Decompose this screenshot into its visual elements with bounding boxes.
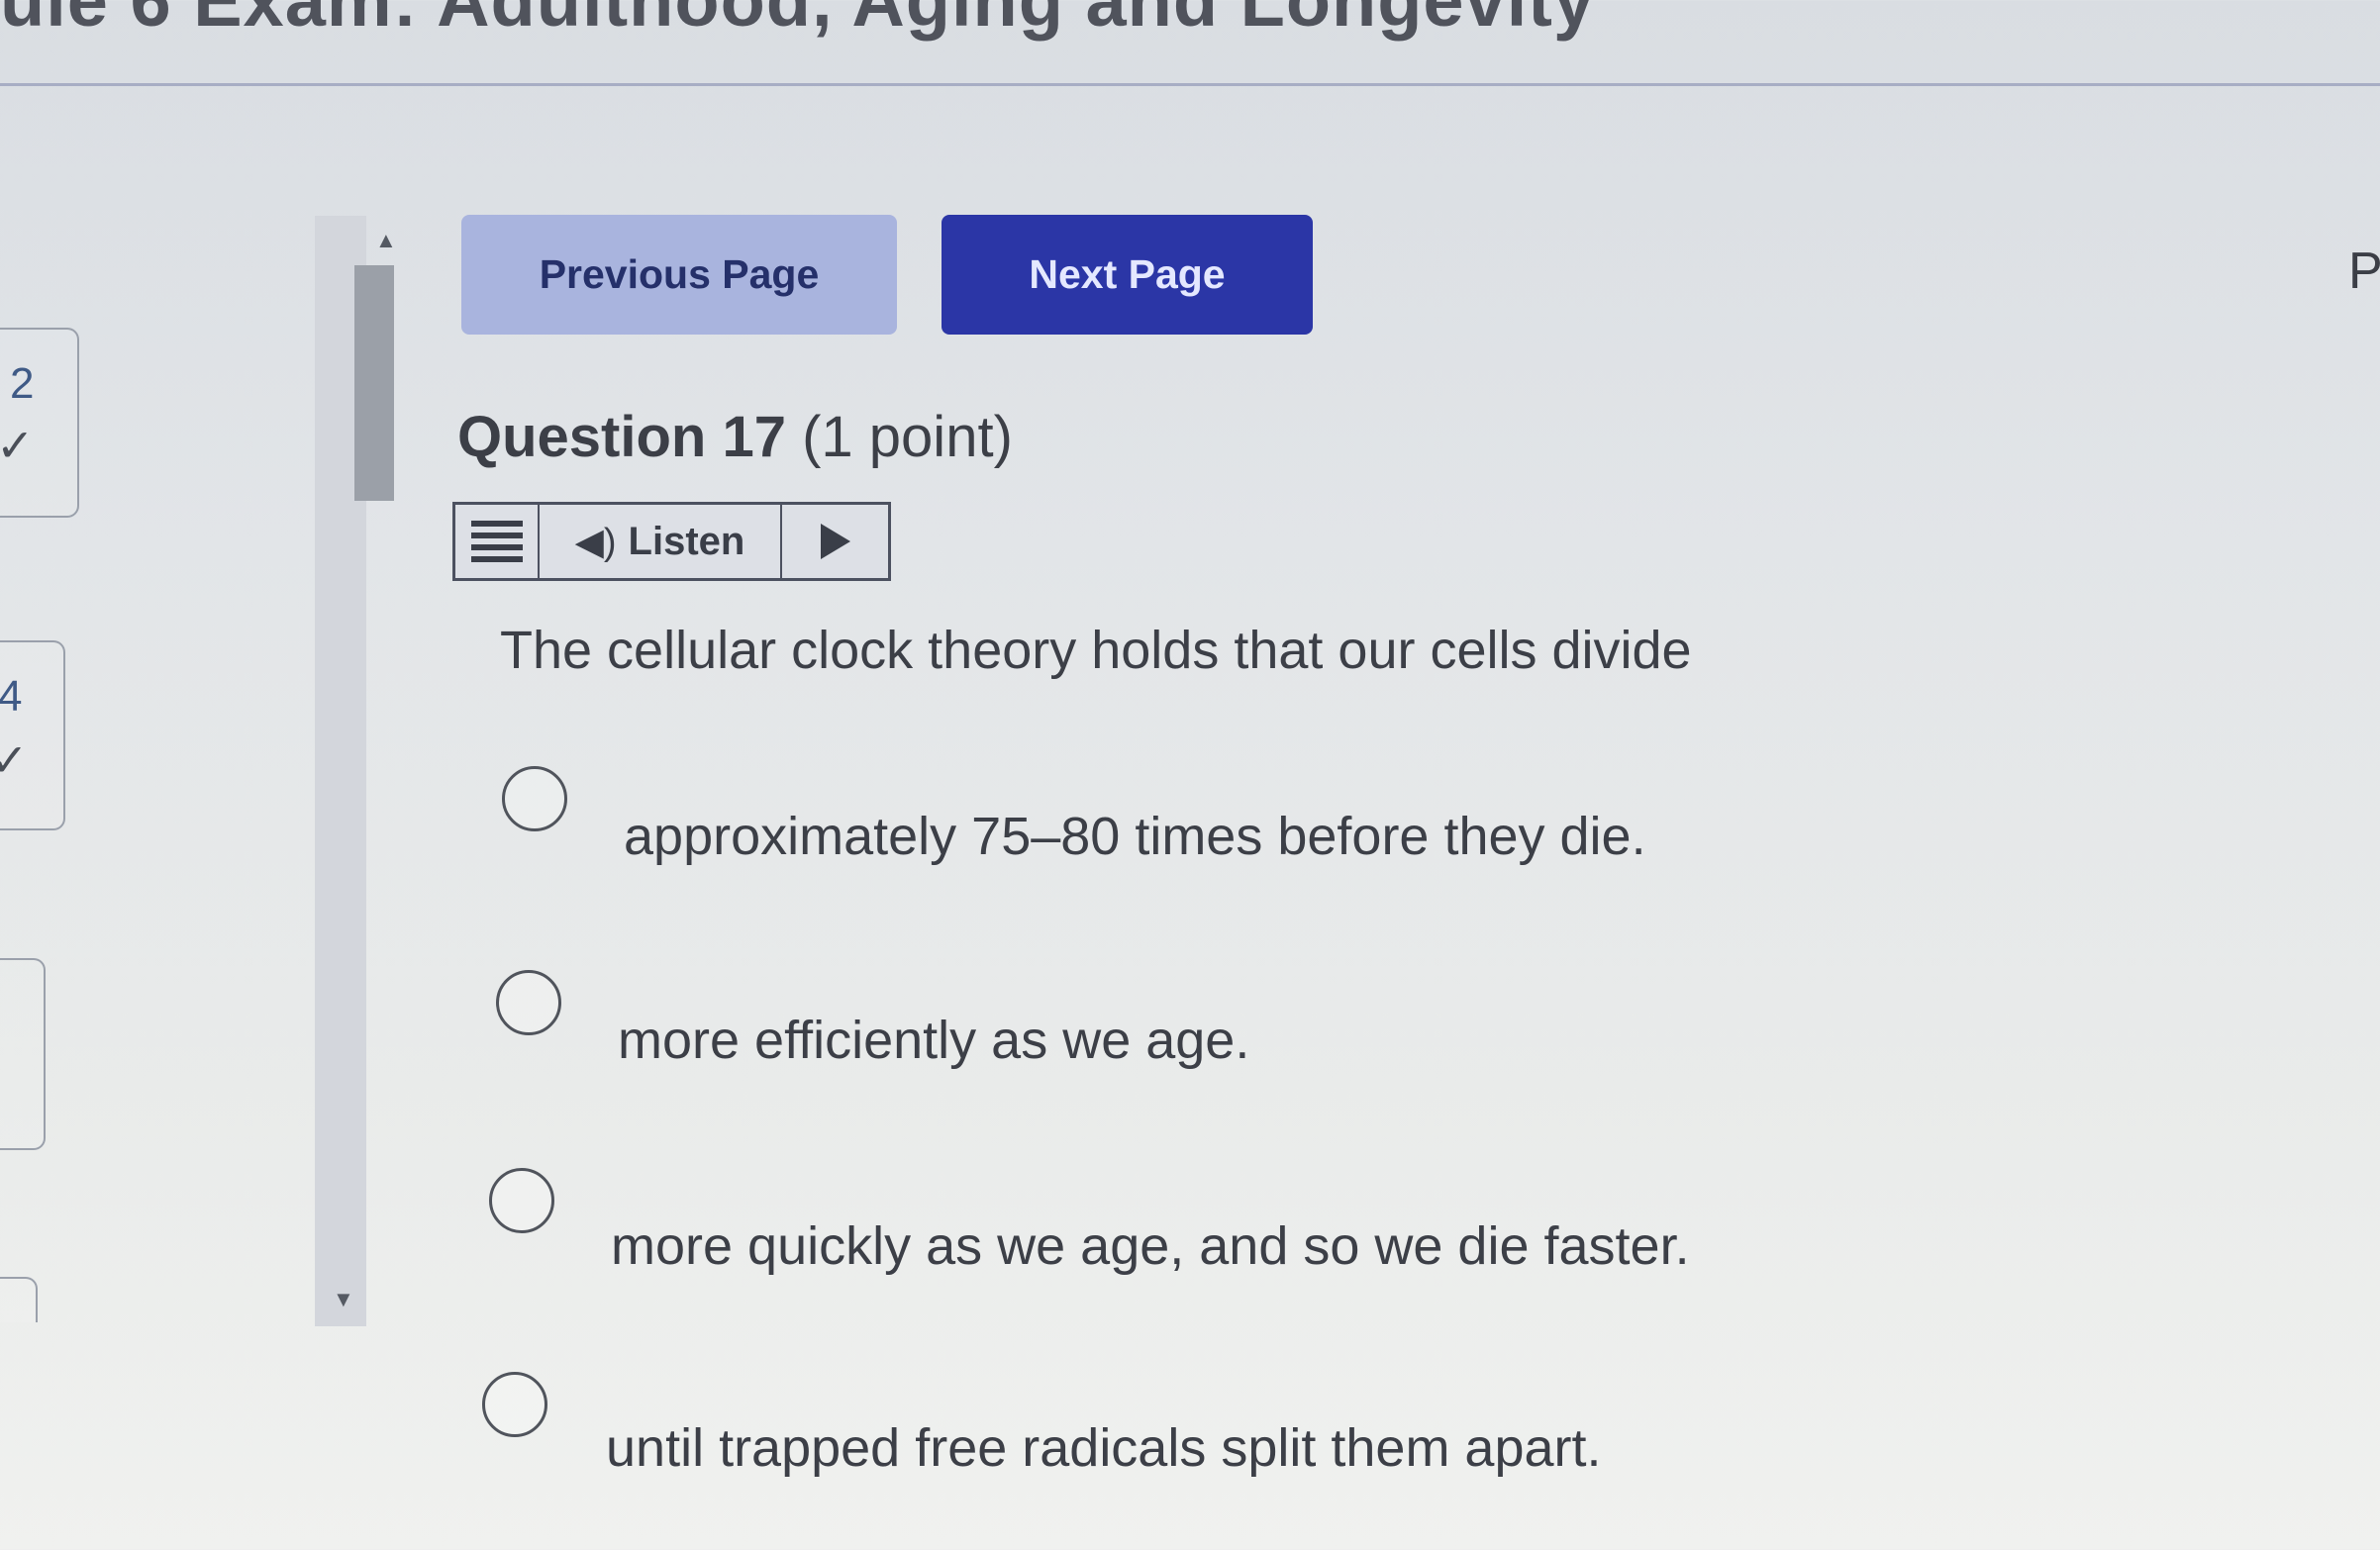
header-divider (0, 83, 2380, 86)
listen-play-button[interactable] (782, 505, 888, 578)
exam-title: ule 6 Exam: Adulthood, Aging and Longevi… (0, 0, 1596, 42)
next-page-button[interactable]: Next Page (942, 215, 1313, 335)
right-edge-label: P (2348, 242, 2380, 300)
question-number: Question 17 (457, 405, 786, 469)
answer-option-label[interactable]: more efficiently as we age. (618, 1010, 1249, 1071)
answer-option-label[interactable]: approximately 75–80 times before they di… (624, 806, 1646, 867)
scroll-down-arrow-icon[interactable]: ▼ (333, 1287, 354, 1312)
question-status-card-1[interactable]: 2 ✓ (0, 328, 79, 518)
answer-option-label[interactable]: until trapped free radicals split them a… (606, 1417, 1602, 1479)
radio-button[interactable] (496, 970, 561, 1035)
question-status-card-3[interactable] (0, 958, 46, 1150)
listen-button[interactable]: ◀) Listen (540, 505, 782, 578)
menu-icon (470, 521, 523, 562)
check-icon: ✓ (0, 420, 35, 471)
radio-button[interactable] (482, 1372, 547, 1437)
question-status-card-4[interactable] (0, 1277, 38, 1322)
question-status-number: 2 (10, 359, 35, 408)
previous-page-button[interactable]: Previous Page (461, 215, 897, 335)
check-icon: ✓ (0, 734, 29, 786)
question-points: (1 point) (802, 405, 1013, 469)
radio-button[interactable] (489, 1168, 554, 1233)
listen-menu-button[interactable] (455, 505, 540, 578)
speaker-icon: ◀) (574, 521, 617, 563)
play-icon (820, 524, 850, 559)
listen-toolbar: ◀) Listen (452, 502, 891, 581)
answer-option-label[interactable]: more quickly as we age, and so we die fa… (611, 1215, 1690, 1277)
question-heading: Question 17 (1 point) (457, 404, 1013, 470)
listen-label: Listen (628, 519, 745, 563)
scroll-up-arrow-icon[interactable]: ▲ (375, 228, 397, 253)
question-status-card-2[interactable]: 4 ✓ (0, 640, 65, 830)
scrollbar-thumb[interactable] (354, 265, 394, 501)
radio-button[interactable] (502, 766, 567, 831)
question-text: The cellular clock theory holds that our… (500, 621, 1692, 680)
question-status-number: 4 (0, 672, 23, 721)
